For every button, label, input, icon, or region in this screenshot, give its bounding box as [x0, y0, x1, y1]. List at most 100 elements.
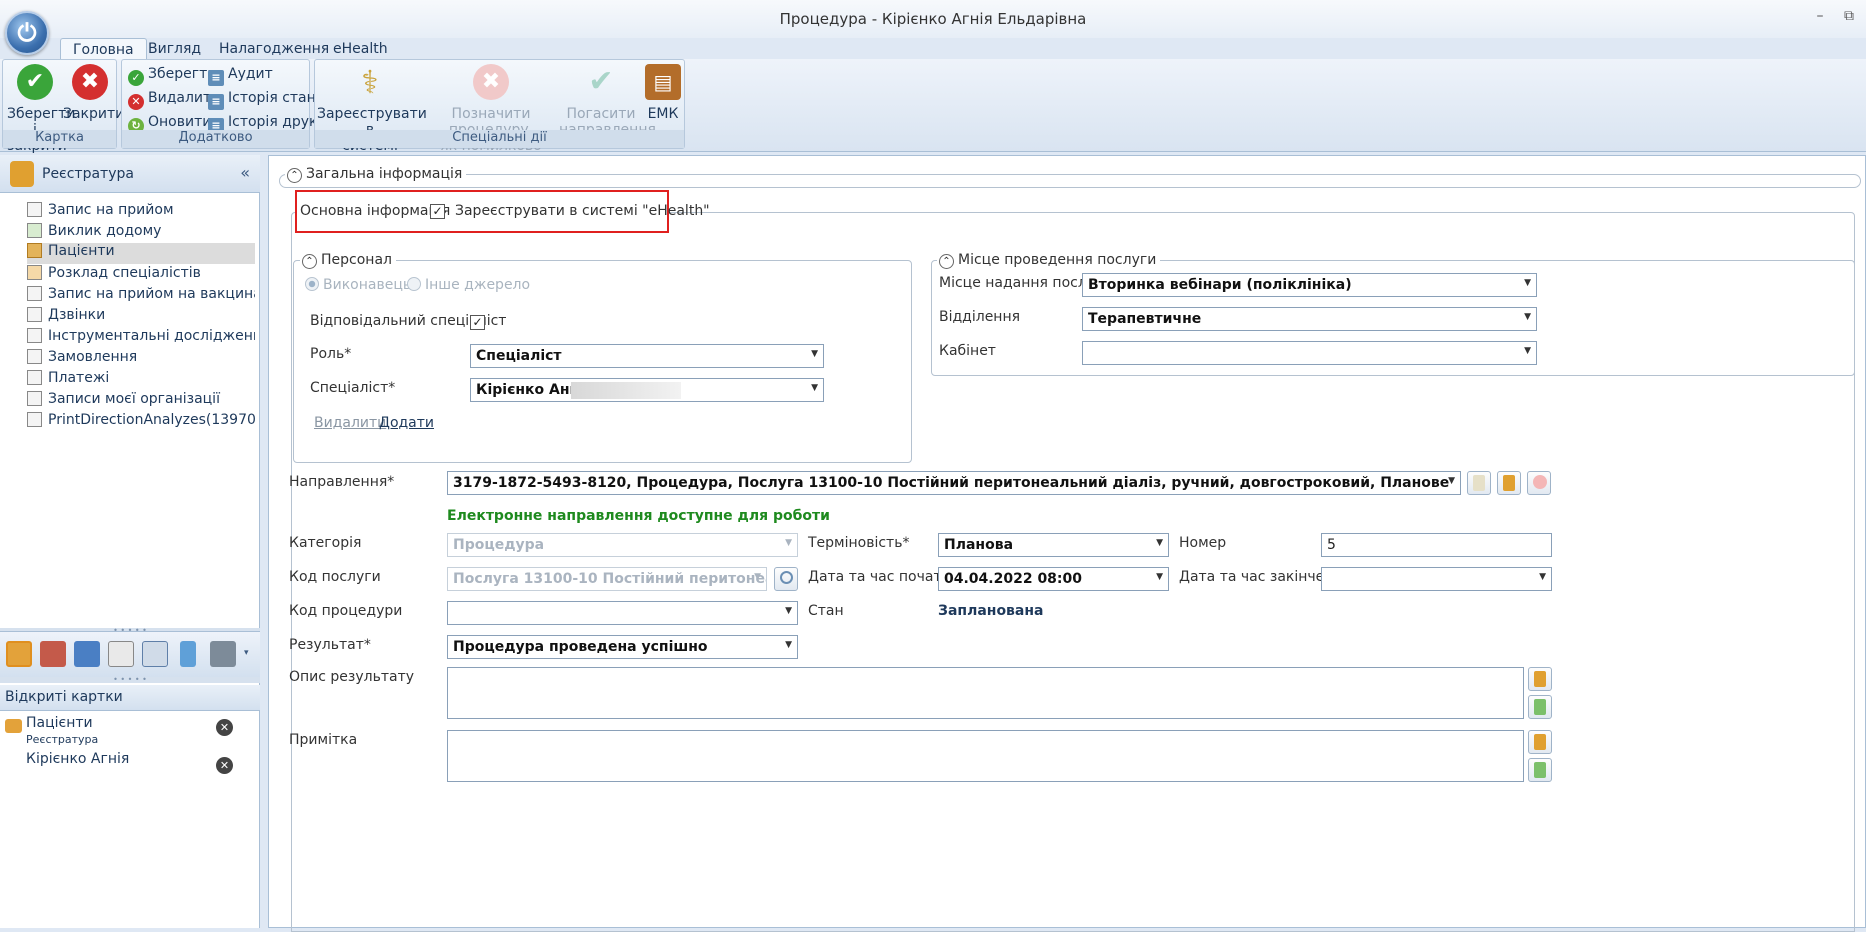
place-toggle[interactable]: ⌃ Місце проведення послуги — [937, 252, 1161, 269]
note-input[interactable] — [447, 730, 1524, 782]
result-label: Результат* — [289, 637, 371, 653]
repay-referral-button[interactable]: ✔ Погасити направлення — [559, 64, 656, 138]
result-description-input[interactable] — [447, 667, 1524, 719]
app-menu-orb-icon[interactable]: ⏻ — [5, 11, 49, 55]
register-ehealth-label: Зареєструвати в системі "eHealth" — [455, 203, 710, 219]
note-template-button[interactable] — [1528, 730, 1552, 754]
nav-item-vaccination[interactable]: Запис на прийом на вакцинацію COVID — [27, 286, 255, 307]
delete-link[interactable]: Видалити — [314, 415, 386, 431]
nav-item-appointment[interactable]: Запис на прийом — [27, 202, 255, 223]
cabinet-select[interactable]: ▼ — [1082, 341, 1537, 365]
result-add-template-button[interactable] — [1528, 695, 1552, 719]
nav-item-home-visit[interactable]: Виклик додому — [27, 223, 255, 244]
window-title: Процедура - Кірієнко Агнія Ельдарівна — [779, 10, 1087, 28]
clipboard-icon: ▤ — [645, 64, 681, 100]
result-template-button[interactable] — [1528, 667, 1552, 691]
audit-button[interactable]: ≡ Аудит — [208, 66, 273, 86]
emk-label: ЕМК — [647, 106, 679, 122]
place-select[interactable]: Вторинка вебінари (поліклініка) ▼ — [1082, 273, 1537, 297]
tab-holovna[interactable]: Головна — [60, 38, 147, 60]
nav-item-orders[interactable]: Замовлення — [27, 349, 255, 370]
open-card-name: Пацієнти — [26, 715, 93, 731]
service-code-select[interactable]: Послуга 13100-10 Постійний перитонеальни… — [447, 567, 767, 591]
procedure-code-select[interactable]: ▼ — [447, 601, 798, 625]
register-ehealth-checkbox[interactable]: ✓ — [430, 204, 445, 219]
save-button[interactable]: ✓ Зберегти — [128, 66, 216, 86]
category-select[interactable]: Процедура ▼ — [447, 533, 798, 557]
department-value: Терапевтичне — [1088, 311, 1202, 327]
personnel-title: Персонал — [321, 252, 392, 268]
document-icon — [27, 307, 42, 322]
tab-basic-info[interactable]: Основна інформація — [300, 203, 450, 219]
delete-button[interactable]: ✕ Видалити — [128, 90, 220, 110]
calendar-icon — [27, 223, 42, 238]
chevron-down-icon: ▼ — [811, 349, 818, 359]
folder-icon — [1534, 671, 1546, 687]
referral-edit-button[interactable] — [1467, 471, 1491, 495]
documents-module-icon[interactable] — [108, 641, 134, 667]
service-code-label: Код послуги — [289, 569, 381, 585]
reports-module-icon[interactable] — [142, 641, 168, 667]
medical-module-icon[interactable] — [180, 641, 196, 667]
tab-ehealth[interactable]: eHealth — [321, 38, 400, 60]
emk-button[interactable]: ▤ ЕМК — [643, 64, 683, 122]
service-search-button[interactable] — [774, 567, 798, 591]
radio-executor[interactable]: Виконавець — [305, 277, 411, 293]
urgency-select[interactable]: Планова ▼ — [938, 533, 1169, 557]
power-icon: ⏻ — [17, 19, 37, 47]
structure-module-icon[interactable] — [74, 641, 100, 667]
form-content: ⌃ Загальна інформація Основна інформація … — [268, 155, 1866, 932]
open-card-patients[interactable]: Пацієнти Реєстратура ✕ — [0, 715, 260, 749]
ribbon-group-kartka: ✔ Зберегти і закрити ✖ Закрити Картка — [2, 59, 124, 154]
role-select[interactable]: Спеціаліст ▼ — [470, 344, 824, 368]
blurred-name — [571, 382, 681, 399]
tab-vyhliad[interactable]: Вигляд — [136, 38, 213, 60]
nav-item-schedule[interactable]: Розклад спеціалістів — [27, 265, 255, 286]
close-button[interactable]: ✖ Закрити — [63, 64, 124, 122]
close-card-icon[interactable]: ✕ — [216, 757, 233, 774]
number-input[interactable]: 5 — [1321, 533, 1552, 557]
department-select[interactable]: Терапевтичне ▼ — [1082, 307, 1537, 331]
result-select[interactable]: Процедура проведена успішно ▼ — [447, 635, 798, 659]
category-value: Процедура — [453, 537, 545, 553]
radio-other-label: Інше джерело — [425, 277, 531, 293]
collapse-icon[interactable]: « — [240, 163, 250, 182]
left-panel: Реєстратура « Запис на прийом Виклик дод… — [0, 155, 260, 928]
audit-icon: ≡ — [208, 70, 224, 86]
specialist-select[interactable]: Кірієнко Анна В ▼ — [470, 378, 824, 402]
referral-select[interactable]: 3179-1872-5493-8120, Процедура, Послуга … — [447, 471, 1461, 495]
registry-icon — [10, 161, 34, 187]
nav-item-patients[interactable]: Пацієнти — [27, 243, 255, 264]
radio-other-source[interactable]: Інше джерело — [407, 277, 530, 293]
nav-item-payments[interactable]: Платежі — [27, 370, 255, 391]
registry-module-icon[interactable] — [6, 641, 32, 667]
document-icon — [27, 349, 42, 364]
start-datetime-select[interactable]: 04.04.2022 08:00 ▼ — [938, 567, 1169, 591]
referral-open-button[interactable] — [1497, 471, 1521, 495]
splitter-handle-2[interactable]: • • • • • — [0, 676, 260, 684]
ribbon-group-dodatkovo: ✓ Зберегти ✕ Видалити ↻ Оновити ≡ Аудит ≡ Іст… — [121, 59, 328, 149]
close-card-icon[interactable]: ✕ — [216, 719, 233, 736]
open-cards-header: Відкриті картки — [0, 685, 260, 711]
result-value: Процедура проведена успішно — [453, 639, 708, 655]
referral-clear-button[interactable] — [1527, 471, 1551, 495]
open-card-patient[interactable]: Кірієнко Агнія ✕ — [0, 751, 260, 785]
home-module-icon[interactable] — [210, 641, 236, 667]
nav-item-instrumental[interactable]: Інструментальні дослідження — [27, 328, 255, 349]
module-icon-bar: ▾ — [0, 631, 260, 677]
general-info-toggle[interactable]: ⌃ Загальна інформація — [285, 166, 467, 183]
nav-item-calls[interactable]: Дзвінки — [27, 307, 255, 328]
group-label-dodatkovo: Додатково — [122, 130, 309, 148]
window-controls[interactable]: – ⧉ — [1817, 8, 1862, 24]
add-link[interactable]: Додати — [379, 415, 434, 431]
state-history-button[interactable]: ≡ Історія станів — [208, 90, 328, 110]
cabinet-module-icon[interactable] — [40, 641, 66, 667]
history-icon: ≡ — [208, 94, 224, 110]
nav-item-org-records[interactable]: Записи моєї організації — [27, 391, 255, 412]
personnel-toggle[interactable]: ⌃ Персонал — [300, 252, 396, 269]
nav-item-print-direction[interactable]: PrintDirectionAnalyzes(13970)_V.56 — [27, 412, 255, 433]
end-datetime-select[interactable]: ▼ — [1321, 567, 1552, 591]
note-add-template-button[interactable] — [1528, 758, 1552, 782]
responsible-checkbox[interactable]: ✓ — [470, 315, 485, 330]
more-modules-icon[interactable]: ▾ — [244, 648, 249, 658]
